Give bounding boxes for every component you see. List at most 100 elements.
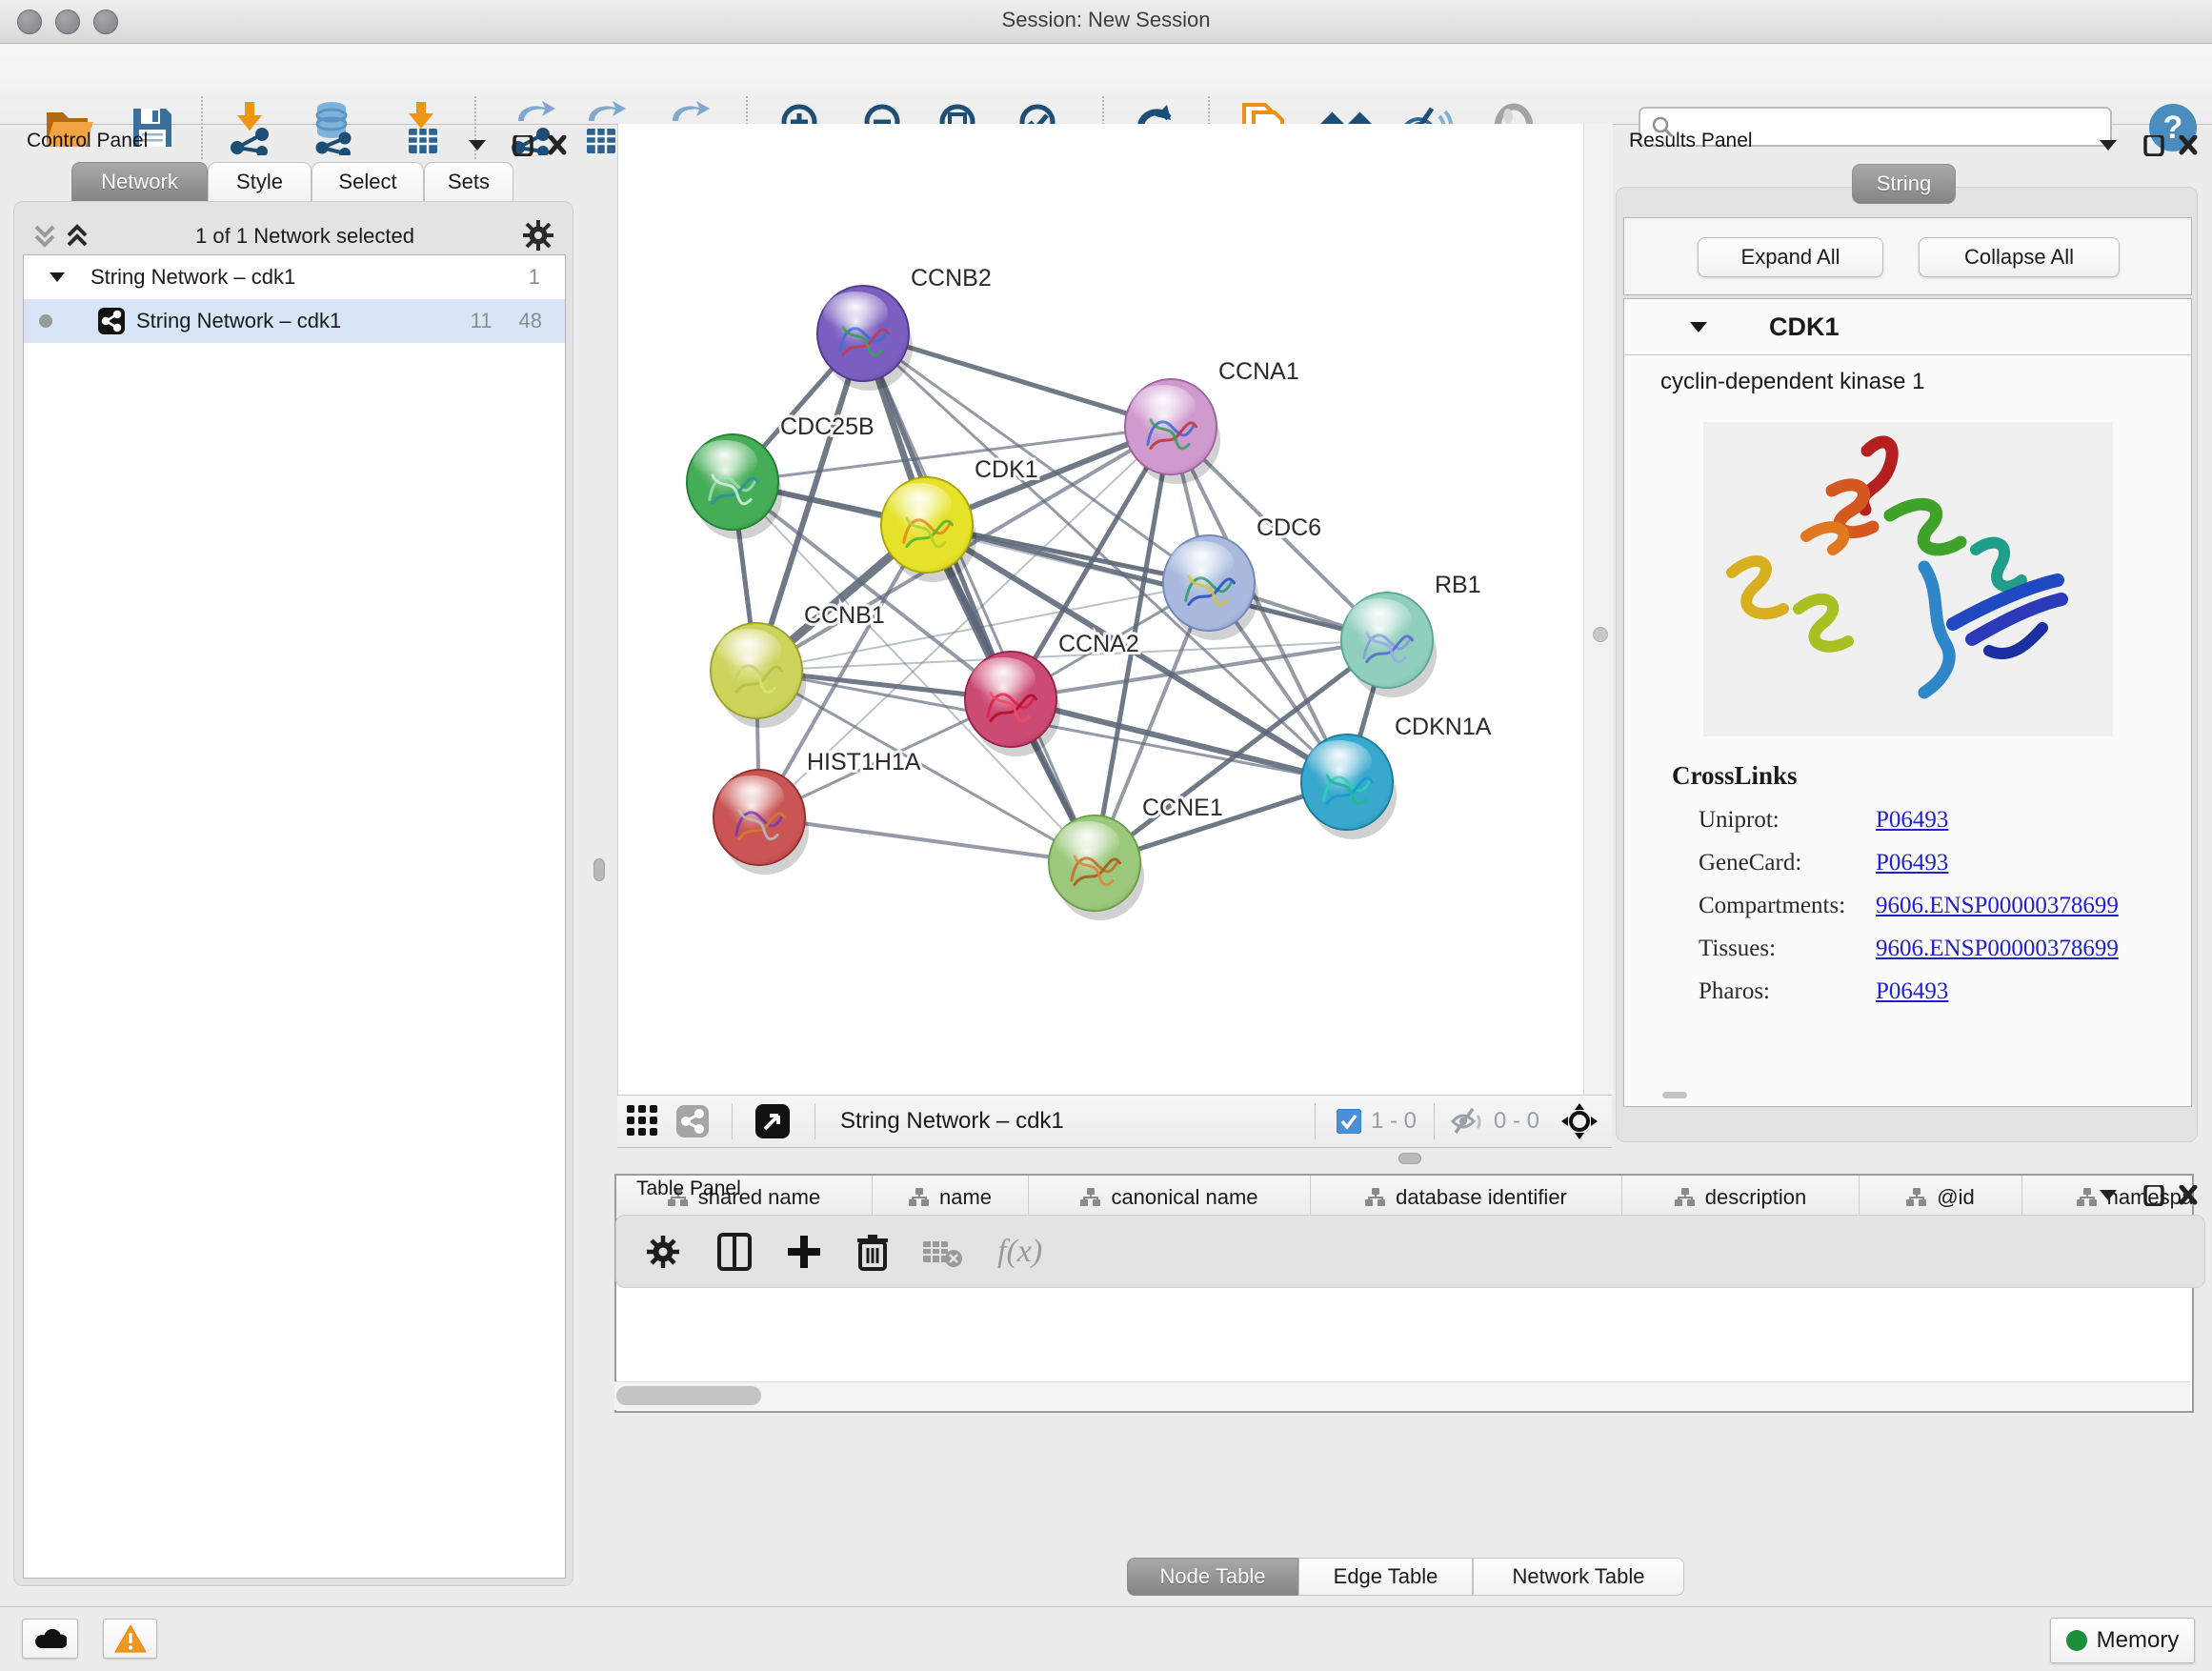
tab-network[interactable]: Network bbox=[71, 162, 208, 202]
node-RB1[interactable] bbox=[1341, 593, 1437, 697]
column-header-label: @id bbox=[1937, 1185, 1974, 1210]
network-list-share-icon[interactable] bbox=[676, 1105, 709, 1137]
tab-sets[interactable]: Sets bbox=[424, 162, 513, 202]
edge-CCNB2-CCNE1[interactable] bbox=[863, 333, 1095, 863]
expand-all-tree-icon bbox=[36, 227, 53, 245]
cloud-icon bbox=[34, 1627, 67, 1650]
memory-button[interactable]: Memory bbox=[2050, 1618, 2195, 1663]
right-splitter-handle[interactable] bbox=[1593, 627, 1608, 642]
tab-network-table[interactable]: Network Table bbox=[1473, 1558, 1684, 1596]
tree-options-gear-icon[interactable] bbox=[522, 219, 554, 252]
tab-edge-table[interactable]: Edge Table bbox=[1298, 1558, 1473, 1596]
crosslink-link[interactable]: 9606.ENSP00000378699 bbox=[1876, 936, 2119, 962]
crosslink-label: Tissues: bbox=[1699, 936, 1876, 962]
gene-expander-icon bbox=[1689, 320, 1708, 334]
node-label-CCNA1: CCNA1 bbox=[1218, 358, 1299, 385]
delete-column-icon[interactable] bbox=[856, 1233, 889, 1271]
left-splitter-handle[interactable] bbox=[593, 858, 605, 881]
gene-card-header[interactable]: CDK1 bbox=[1624, 299, 2191, 355]
string-network-graph[interactable]: CCNB2CCNA1CDC25BCDK1CDC6RB1CCNB1CCNA2CDK… bbox=[618, 124, 1584, 1095]
node-HIST1H1A[interactable] bbox=[714, 770, 809, 875]
network-right-gutter bbox=[1583, 124, 1613, 1095]
tab-string[interactable]: String bbox=[1852, 164, 1956, 204]
grid-view-icon[interactable] bbox=[627, 1105, 659, 1137]
control-panel-controls[interactable] bbox=[469, 135, 573, 156]
results-button-row: Expand All Collapse All bbox=[1623, 217, 2192, 295]
table-panel-controls[interactable] bbox=[2100, 1185, 2204, 1206]
collapse-all-button[interactable]: Collapse All bbox=[1919, 237, 2120, 277]
crosslink-row: Tissues:9606.ENSP00000378699 bbox=[1699, 927, 2191, 970]
memory-ok-dot bbox=[2066, 1630, 2087, 1651]
crosslink-link[interactable]: P06493 bbox=[1876, 978, 1948, 1005]
warning-icon bbox=[114, 1624, 147, 1653]
tree-expander-icon bbox=[49, 271, 66, 284]
network-tree: String Network – cdk1 1 String Network –… bbox=[23, 254, 566, 1579]
crosslink-link[interactable]: 9606.ENSP00000378699 bbox=[1876, 893, 2119, 919]
delete-table-icon bbox=[921, 1236, 963, 1268]
collapse-all-tree-icon bbox=[69, 227, 86, 245]
results-panel-title: Results Panel bbox=[1629, 130, 1753, 152]
add-column-icon[interactable] bbox=[786, 1234, 822, 1270]
birdseye-view-icon[interactable] bbox=[755, 1104, 790, 1138]
node-CCNB2[interactable] bbox=[817, 286, 913, 391]
selected-count: 1 - 0 bbox=[1371, 1108, 1417, 1135]
table-settings-gear-icon[interactable] bbox=[645, 1234, 681, 1270]
control-panel-title: Control Panel bbox=[27, 130, 148, 152]
node-label-RB1: RB1 bbox=[1435, 572, 1481, 598]
protein-structure-image bbox=[1703, 422, 2113, 736]
crosslink-link[interactable]: P06493 bbox=[1876, 850, 1948, 876]
network-canvas[interactable]: CCNB2CCNA1CDC25BCDK1CDC6RB1CCNB1CCNA2CDK… bbox=[617, 124, 1584, 1095]
node-label-CCNE1: CCNE1 bbox=[1142, 795, 1223, 821]
tree-node-count: 11 bbox=[471, 309, 493, 333]
expand-all-button[interactable]: Expand All bbox=[1698, 237, 1883, 277]
column-sort-tree-icon bbox=[2077, 1188, 2098, 1207]
bottom-splitter-handle[interactable] bbox=[1398, 1153, 1421, 1164]
column-header-5[interactable]: @id bbox=[1860, 1176, 2022, 1218]
selected-checkbox-icon[interactable] bbox=[1337, 1109, 1361, 1134]
tree-root-label: String Network – cdk1 bbox=[90, 265, 529, 290]
crosslink-row: Uniprot:P06493 bbox=[1699, 798, 2191, 841]
tree-network-label: String Network – cdk1 bbox=[136, 309, 471, 333]
table-toolbar: f(x) bbox=[615, 1215, 2205, 1288]
function-builder-button: f(x) bbox=[997, 1234, 1042, 1270]
table-header-row[interactable]: shared namenamecanonical namedatabase id… bbox=[616, 1176, 2192, 1219]
tree-collapse-controls[interactable] bbox=[34, 223, 93, 252]
crosslink-row: Compartments:9606.ENSP00000378699 bbox=[1699, 884, 2191, 927]
crosslink-label: Uniprot: bbox=[1699, 807, 1876, 834]
table-hscrollbar[interactable] bbox=[614, 1381, 2190, 1410]
edge-HIST1H1A-CCNE1[interactable] bbox=[759, 817, 1095, 863]
column-header-4[interactable]: description bbox=[1622, 1176, 1860, 1218]
tree-row-collection[interactable]: String Network – cdk1 1 bbox=[24, 255, 565, 299]
cloud-status-button[interactable] bbox=[22, 1619, 78, 1659]
tab-style[interactable]: Style bbox=[208, 162, 312, 202]
network-view-toolbar: String Network – cdk1 1 - 0 0 - 0 bbox=[617, 1095, 1612, 1148]
crosslink-link[interactable]: P06493 bbox=[1876, 807, 1948, 834]
column-header-3[interactable]: database identifier bbox=[1311, 1176, 1622, 1218]
crosslink-label: GeneCard: bbox=[1699, 850, 1876, 876]
node-CDKN1A[interactable] bbox=[1301, 735, 1397, 839]
application-window: Session: New Session bbox=[0, 0, 2212, 1671]
main-toolbar: ? bbox=[0, 44, 2212, 125]
hidden-eye-icon bbox=[1450, 1107, 1486, 1136]
node-CCNE1[interactable] bbox=[1049, 815, 1144, 920]
collapse-panel-icon bbox=[2100, 140, 2117, 151]
tab-select[interactable]: Select bbox=[312, 162, 424, 202]
tab-node-table[interactable]: Node Table bbox=[1127, 1558, 1298, 1596]
warnings-button[interactable] bbox=[103, 1619, 157, 1659]
card-hscroll-thumb[interactable] bbox=[1662, 1092, 1687, 1098]
bar-divider bbox=[1434, 1103, 1435, 1139]
node-CDC25B[interactable] bbox=[687, 434, 782, 539]
column-header-2[interactable]: canonical name bbox=[1029, 1176, 1311, 1218]
node-label-CDC6: CDC6 bbox=[1257, 514, 1321, 541]
close-panel-icon bbox=[551, 137, 564, 152]
float-panel-icon bbox=[514, 135, 532, 155]
center-view-icon[interactable] bbox=[1560, 1102, 1599, 1140]
node-CDK1[interactable] bbox=[881, 477, 976, 582]
tree-row-network[interactable]: String Network – cdk1 11 48 bbox=[24, 299, 565, 343]
node-table[interactable]: shared namenamecanonical namedatabase id… bbox=[614, 1174, 2194, 1413]
column-header-1[interactable]: name bbox=[873, 1176, 1029, 1218]
node-CCNA1[interactable] bbox=[1125, 379, 1220, 484]
node-label-CCNA2: CCNA2 bbox=[1058, 631, 1139, 657]
select-columns-icon[interactable] bbox=[717, 1233, 752, 1271]
results-panel-controls[interactable] bbox=[2100, 135, 2204, 156]
